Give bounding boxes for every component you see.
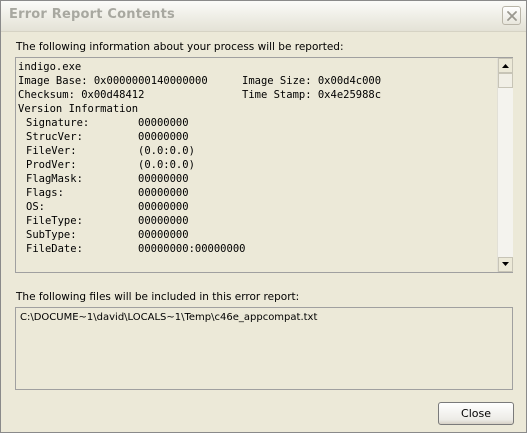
version-field-key: SubType: (26, 229, 77, 241)
version-field-value: 00000000 (138, 117, 189, 129)
version-field-value: 00000000 (138, 229, 189, 241)
version-field-value: 00000000 (138, 215, 189, 227)
scroll-up-button[interactable] (498, 58, 513, 73)
image-base: Image Base: 0x0000000140000000 (18, 75, 208, 87)
version-field-value: 00000000 (138, 201, 189, 213)
scroll-down-button[interactable] (498, 257, 513, 272)
scroll-thumb[interactable] (498, 73, 513, 88)
version-field-value: 00000000 (138, 131, 189, 143)
version-field-row: FlagMask: 00000000 (18, 172, 496, 186)
image-size: Image Size: 0x00d4c000 (242, 75, 382, 87)
window-close-button[interactable] (502, 6, 521, 25)
version-info-header: Version Information (18, 103, 139, 115)
version-field-key: StrucVer: (26, 131, 83, 143)
checksum: Checksum: 0x00d48412 (18, 89, 145, 101)
version-field-key: Flags: (26, 187, 64, 199)
window-title: Error Report Contents (9, 7, 175, 22)
version-field-row: FileType: 00000000 (18, 214, 496, 228)
title-bar[interactable]: Error Report Contents (1, 1, 526, 32)
version-field-key: FlagMask: (26, 173, 83, 185)
close-x-icon (507, 11, 517, 21)
version-field-value: 00000000 (138, 173, 189, 185)
version-field-row: FileDate: 00000000:00000000 (18, 242, 496, 256)
file-path-item[interactable]: C:\DOCUME~1\david\LOCALS~1\Temp\c46e_app… (20, 312, 317, 323)
version-field-key: OS: (26, 201, 45, 213)
report-contents-textbox[interactable]: indigo.exe Image Base: 0x000000014000000… (15, 57, 513, 273)
version-field-value: 00000000 (138, 187, 189, 199)
report-intro-label: The following information about your pro… (16, 41, 344, 53)
version-field-key: Signature: (26, 117, 90, 129)
version-field-row: Signature: 00000000 (18, 116, 496, 130)
files-listbox[interactable]: C:\DOCUME~1\david\LOCALS~1\Temp\c46e_app… (15, 307, 513, 390)
exe-name: indigo.exe (18, 61, 82, 73)
version-field-row: ProdVer: (0.0:0.0) (18, 158, 496, 172)
arrow-up-icon (502, 64, 509, 68)
checksum-row: Checksum: 0x00d48412 Time Stamp: 0x4e259… (18, 88, 496, 102)
files-label: The following files will be included in … (16, 291, 300, 303)
version-field-row: FileVer: (0.0:0.0) (18, 144, 496, 158)
arrow-down-icon (502, 262, 509, 266)
version-field-key: FileType: (26, 215, 83, 227)
version-field-key: ProdVer: (26, 159, 77, 171)
version-field-row: StrucVer: 00000000 (18, 130, 496, 144)
version-field-key: FileVer: (26, 145, 77, 157)
version-field-row: SubType: 00000000 (18, 228, 496, 242)
version-field-value: 00000000:00000000 (138, 243, 246, 255)
image-info-row: Image Base: 0x0000000140000000 Image Siz… (18, 74, 496, 88)
close-button[interactable]: Close (438, 402, 514, 425)
report-scrollbar[interactable] (497, 58, 513, 272)
time-stamp: Time Stamp: 0x4e25988c (242, 89, 382, 101)
version-field-row: OS: 00000000 (18, 200, 496, 214)
report-text: indigo.exe Image Base: 0x000000014000000… (18, 60, 496, 270)
version-field-key: FileDate: (26, 243, 83, 255)
error-report-dialog: Error Report Contents The following info… (0, 0, 527, 433)
version-field-row: Flags: 00000000 (18, 186, 496, 200)
version-field-value: (0.0:0.0) (138, 159, 195, 171)
version-field-value: (0.0:0.0) (138, 145, 195, 157)
